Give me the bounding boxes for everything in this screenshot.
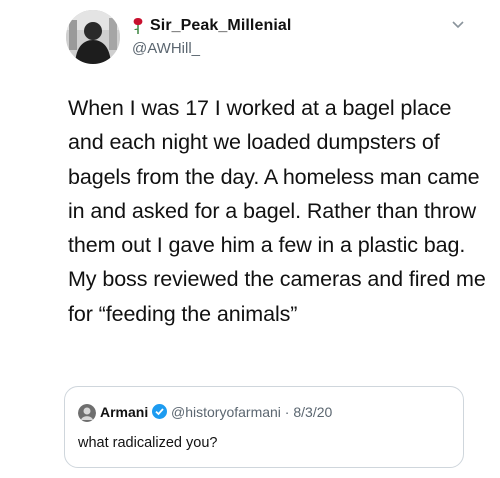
quoted-profile-photo <box>78 404 96 422</box>
chevron-down-icon[interactable] <box>451 20 465 30</box>
profile-photo <box>66 10 120 64</box>
display-name[interactable]: Sir_Peak_Millenial <box>150 17 291 35</box>
avatar[interactable] <box>66 10 120 64</box>
user-handle[interactable]: @AWHill_ <box>132 40 200 57</box>
tweet-text: When I was 17 I worked at a bagel place … <box>68 96 486 326</box>
quoted-tweet[interactable]: Armani @historyofarmani · 8/3/20 what ra… <box>64 386 464 468</box>
author-name-row: Sir_Peak_Millenial <box>132 17 291 35</box>
quoted-handle-date[interactable]: @historyofarmani · 8/3/20 <box>171 404 332 420</box>
rose-icon <box>133 18 143 34</box>
verified-badge-icon <box>152 404 167 419</box>
quoted-display-name[interactable]: Armani <box>100 404 148 420</box>
tweet-card: Sir_Peak_Millenial @AWHill_ When I was 1… <box>0 0 500 478</box>
quoted-avatar[interactable] <box>78 404 96 422</box>
quoted-tweet-text: what radicalized you? <box>78 435 218 451</box>
